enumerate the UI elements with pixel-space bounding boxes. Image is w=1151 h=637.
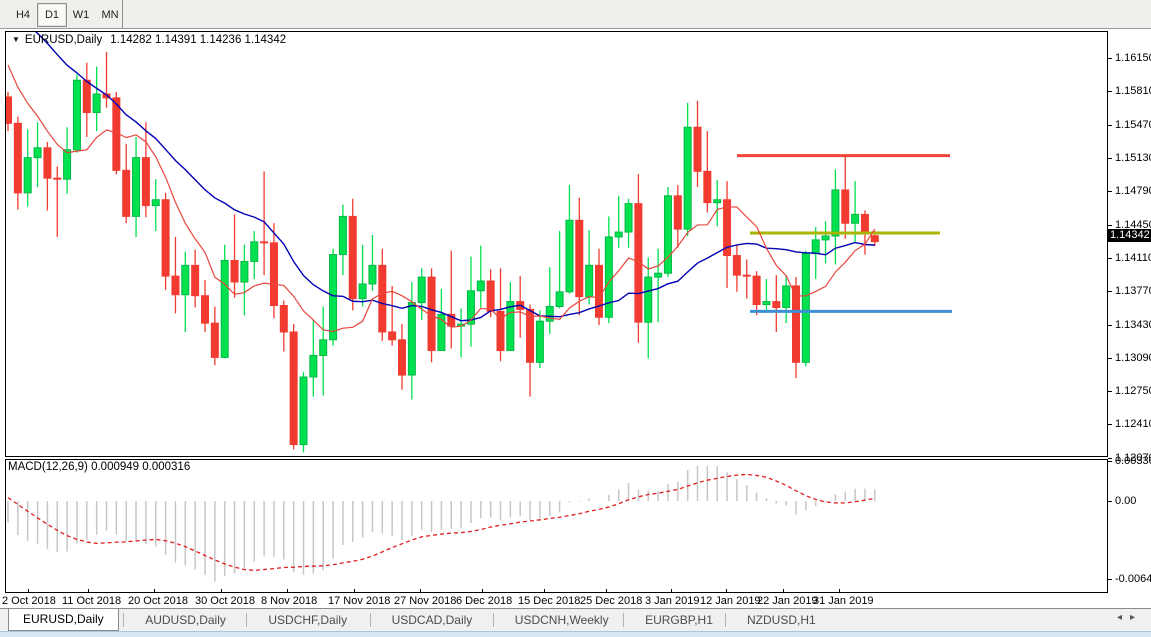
macd-axis-label: 0.003306: [1115, 455, 1151, 467]
tab-separator: [123, 613, 124, 627]
date-axis-label: 25 Dec 2018: [580, 595, 642, 607]
price-axis-tick: [1108, 258, 1112, 259]
date-axis-tick: [28, 589, 29, 593]
macd-axis-tick: [1108, 461, 1112, 462]
date-axis-label: 11 Oct 2018: [62, 595, 121, 607]
timeframe-button-d1[interactable]: D1: [37, 3, 67, 27]
price-axis-label: 1.13090: [1115, 352, 1151, 364]
price-axis-label: 1.12410: [1115, 418, 1151, 430]
price-axis-label: 1.15130: [1115, 152, 1151, 164]
tab-scroll-left-icon[interactable]: ◂: [1117, 612, 1130, 623]
date-axis-label: 20 Oct 2018: [128, 595, 188, 607]
symbol-tab-eurusd[interactable]: EURUSD,Daily: [8, 609, 119, 631]
date-axis-tick: [726, 589, 727, 593]
macd-indicator-label: MACD(12,26,9) 0.000949 0.000316: [8, 461, 190, 473]
timeframe-button-h4[interactable]: H4: [8, 3, 38, 27]
tab-separator: [370, 613, 371, 627]
date-axis-label: 17 Nov 2018: [328, 595, 390, 607]
date-axis-tick: [221, 589, 222, 593]
price-axis-label: 1.14790: [1115, 185, 1151, 197]
date-axis-label: 6 Dec 2018: [456, 595, 512, 607]
macd-pane[interactable]: [5, 459, 1108, 593]
price-axis-tick: [1108, 191, 1112, 192]
symbol-tab-eurgbp[interactable]: EURGBP,H1: [631, 610, 727, 631]
price-axis-tick: [1108, 358, 1112, 359]
macd-axis-label: 0.00: [1115, 495, 1136, 507]
toolbar-separator: [122, 0, 123, 28]
current-price-box: 1.14342: [1108, 229, 1151, 242]
date-axis-label: 15 Dec 2018: [518, 595, 580, 607]
chart-title: ▼ EURUSD,Daily 1.14282 1.14391 1.14236 1.1…: [12, 34, 286, 46]
tab-separator: [493, 613, 494, 627]
price-axis-label: 1.13430: [1115, 319, 1151, 331]
date-axis-label: 22 Jan 2019: [757, 595, 818, 607]
price-axis-tick: [1108, 125, 1112, 126]
tab-separator: [623, 613, 624, 627]
price-axis-label: 1.16150: [1115, 52, 1151, 64]
tab-scroll-arrows[interactable]: ◂▸: [1117, 612, 1143, 623]
price-axis-label: 1.15810: [1115, 85, 1151, 97]
date-axis-tick: [671, 589, 672, 593]
timeframe-button-w1[interactable]: W1: [66, 3, 96, 27]
date-axis-label: 8 Nov 2018: [261, 595, 317, 607]
price-pane[interactable]: [5, 31, 1108, 457]
price-axis-tick: [1108, 91, 1112, 92]
price-axis-label: 1.15470: [1115, 119, 1151, 131]
date-axis-tick: [354, 589, 355, 593]
symbol-tab-nzdusd[interactable]: NZDUSD,H1: [733, 610, 830, 631]
date-axis-tick: [783, 589, 784, 593]
symbol-tab-usdchf[interactable]: USDCHF,Daily: [254, 610, 361, 631]
date-axis-tick: [420, 589, 421, 593]
date-axis-label: 31 Jan 2019: [813, 595, 874, 607]
date-axis-tick: [88, 589, 89, 593]
symbol-tab-usdcad[interactable]: USDCAD,Daily: [378, 610, 487, 631]
symbol-tab-usdcnh[interactable]: USDCNH,Weekly: [501, 610, 623, 631]
symbol-tab-audusd[interactable]: AUDUSD,Daily: [131, 610, 240, 631]
date-axis-tick: [482, 589, 483, 593]
tab-scroll-right-icon[interactable]: ▸: [1130, 612, 1143, 623]
tab-separator: [246, 613, 247, 627]
timeframe-button-mn[interactable]: MN: [95, 3, 125, 27]
price-axis-tick: [1108, 325, 1112, 326]
macd-axis-tick: [1108, 501, 1112, 502]
date-axis-label: 30 Oct 2018: [195, 595, 255, 607]
price-axis-tick: [1108, 424, 1112, 425]
macd-axis-label: -0.00649: [1115, 573, 1151, 585]
date-axis-tick: [606, 589, 607, 593]
price-axis-tick: [1108, 291, 1112, 292]
price-axis-label: 1.14110: [1115, 252, 1151, 264]
chart-symbol-label: EURUSD,Daily: [25, 34, 102, 46]
price-axis-label: 1.12750: [1115, 385, 1151, 397]
timeframe-toolbar: H4 D1 W1 MN: [0, 0, 1151, 29]
chart-ohlc-values: 1.14282 1.14391 1.14236 1.14342: [110, 34, 286, 46]
date-axis-label: 2 Oct 2018: [2, 595, 56, 607]
chevron-down-icon[interactable]: ▼: [12, 35, 20, 44]
date-axis-tick: [287, 589, 288, 593]
macd-axis-tick: [1108, 579, 1112, 580]
date-axis-tick: [154, 589, 155, 593]
date-axis-tick: [839, 589, 840, 593]
date-axis-label: 27 Nov 2018: [394, 595, 456, 607]
date-axis-label: 3 Jan 2019: [645, 595, 699, 607]
price-axis-tick: [1108, 158, 1112, 159]
price-axis-tick: [1108, 225, 1112, 226]
date-axis-tick: [544, 589, 545, 593]
window-bottom-strip: [0, 631, 1151, 637]
tab-separator: [725, 613, 726, 627]
price-axis-tick: [1108, 58, 1112, 59]
price-axis-label: 1.13770: [1115, 285, 1151, 297]
price-axis-tick: [1108, 458, 1112, 459]
price-axis-tick: [1108, 391, 1112, 392]
symbol-tabbar: EURUSD,Daily AUDUSD,Daily USDCHF,Daily USDC…: [0, 608, 1151, 632]
date-axis-label: 12 Jan 2019: [700, 595, 761, 607]
